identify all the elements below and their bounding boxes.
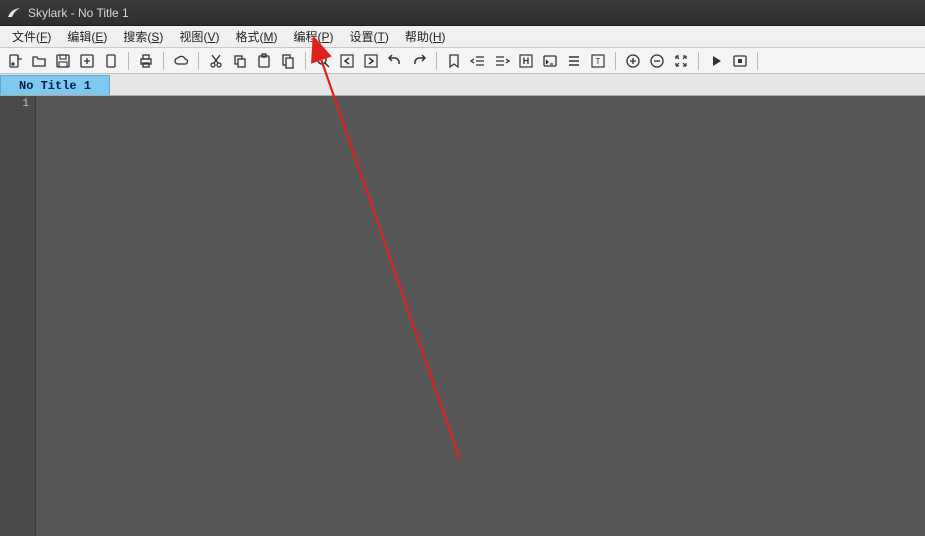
new-file-icon[interactable] bbox=[4, 50, 26, 72]
toolbar: H T bbox=[0, 48, 925, 74]
cut-icon[interactable] bbox=[205, 50, 227, 72]
editor: 1 bbox=[0, 96, 925, 536]
menu-settings[interactable]: 设置(T) bbox=[342, 26, 397, 47]
print-icon[interactable] bbox=[135, 50, 157, 72]
menu-view[interactable]: 视图(V) bbox=[171, 26, 227, 47]
gutter: 1 bbox=[0, 96, 36, 536]
tab-active[interactable]: No Title 1 bbox=[0, 75, 110, 95]
paste-icon[interactable] bbox=[253, 50, 275, 72]
outdent-icon[interactable] bbox=[467, 50, 489, 72]
search-icon[interactable] bbox=[312, 50, 334, 72]
zoom-in-icon[interactable] bbox=[622, 50, 644, 72]
line-number: 1 bbox=[0, 98, 29, 114]
list-icon[interactable] bbox=[563, 50, 585, 72]
svg-text:H: H bbox=[523, 56, 530, 66]
zoom-out-icon[interactable] bbox=[646, 50, 668, 72]
next-icon[interactable] bbox=[360, 50, 382, 72]
tab-label: No Title 1 bbox=[19, 79, 91, 93]
separator bbox=[757, 52, 758, 70]
stop-icon[interactable] bbox=[729, 50, 751, 72]
separator bbox=[436, 52, 437, 70]
redo-icon[interactable] bbox=[408, 50, 430, 72]
menu-program[interactable]: 编程(P) bbox=[285, 26, 341, 47]
tabbar: No Title 1 bbox=[0, 74, 925, 96]
header-icon[interactable]: H bbox=[515, 50, 537, 72]
menu-format[interactable]: 格式(M) bbox=[227, 26, 285, 47]
menu-file[interactable]: 文件(F) bbox=[4, 26, 59, 47]
menu-search[interactable]: 搜索(S) bbox=[115, 26, 171, 47]
window-title: Skylark - No Title 1 bbox=[28, 6, 129, 20]
play-icon[interactable] bbox=[705, 50, 727, 72]
separator bbox=[698, 52, 699, 70]
prev-icon[interactable] bbox=[336, 50, 358, 72]
menu-edit[interactable]: 编辑(E) bbox=[59, 26, 115, 47]
undo-icon[interactable] bbox=[384, 50, 406, 72]
bookmark-icon[interactable] bbox=[443, 50, 465, 72]
save-as-icon[interactable] bbox=[76, 50, 98, 72]
titlebar: Skylark - No Title 1 bbox=[0, 0, 925, 26]
app-icon bbox=[6, 5, 22, 21]
console-icon[interactable] bbox=[539, 50, 561, 72]
doc-icon[interactable] bbox=[100, 50, 122, 72]
separator bbox=[615, 52, 616, 70]
separator bbox=[128, 52, 129, 70]
indent-icon[interactable] bbox=[491, 50, 513, 72]
editor-content[interactable] bbox=[36, 96, 925, 536]
menu-help[interactable]: 帮助(H) bbox=[397, 26, 454, 47]
insert-icon[interactable]: T bbox=[587, 50, 609, 72]
separator bbox=[163, 52, 164, 70]
cloud-icon[interactable] bbox=[170, 50, 192, 72]
copy-icon[interactable] bbox=[229, 50, 251, 72]
save-icon[interactable] bbox=[52, 50, 74, 72]
svg-text:T: T bbox=[596, 57, 601, 66]
expand-icon[interactable] bbox=[670, 50, 692, 72]
menubar: 文件(F) 编辑(E) 搜索(S) 视图(V) 格式(M) 编程(P) 设置(T… bbox=[0, 26, 925, 48]
separator bbox=[305, 52, 306, 70]
open-folder-icon[interactable] bbox=[28, 50, 50, 72]
docs-icon[interactable] bbox=[277, 50, 299, 72]
separator bbox=[198, 52, 199, 70]
